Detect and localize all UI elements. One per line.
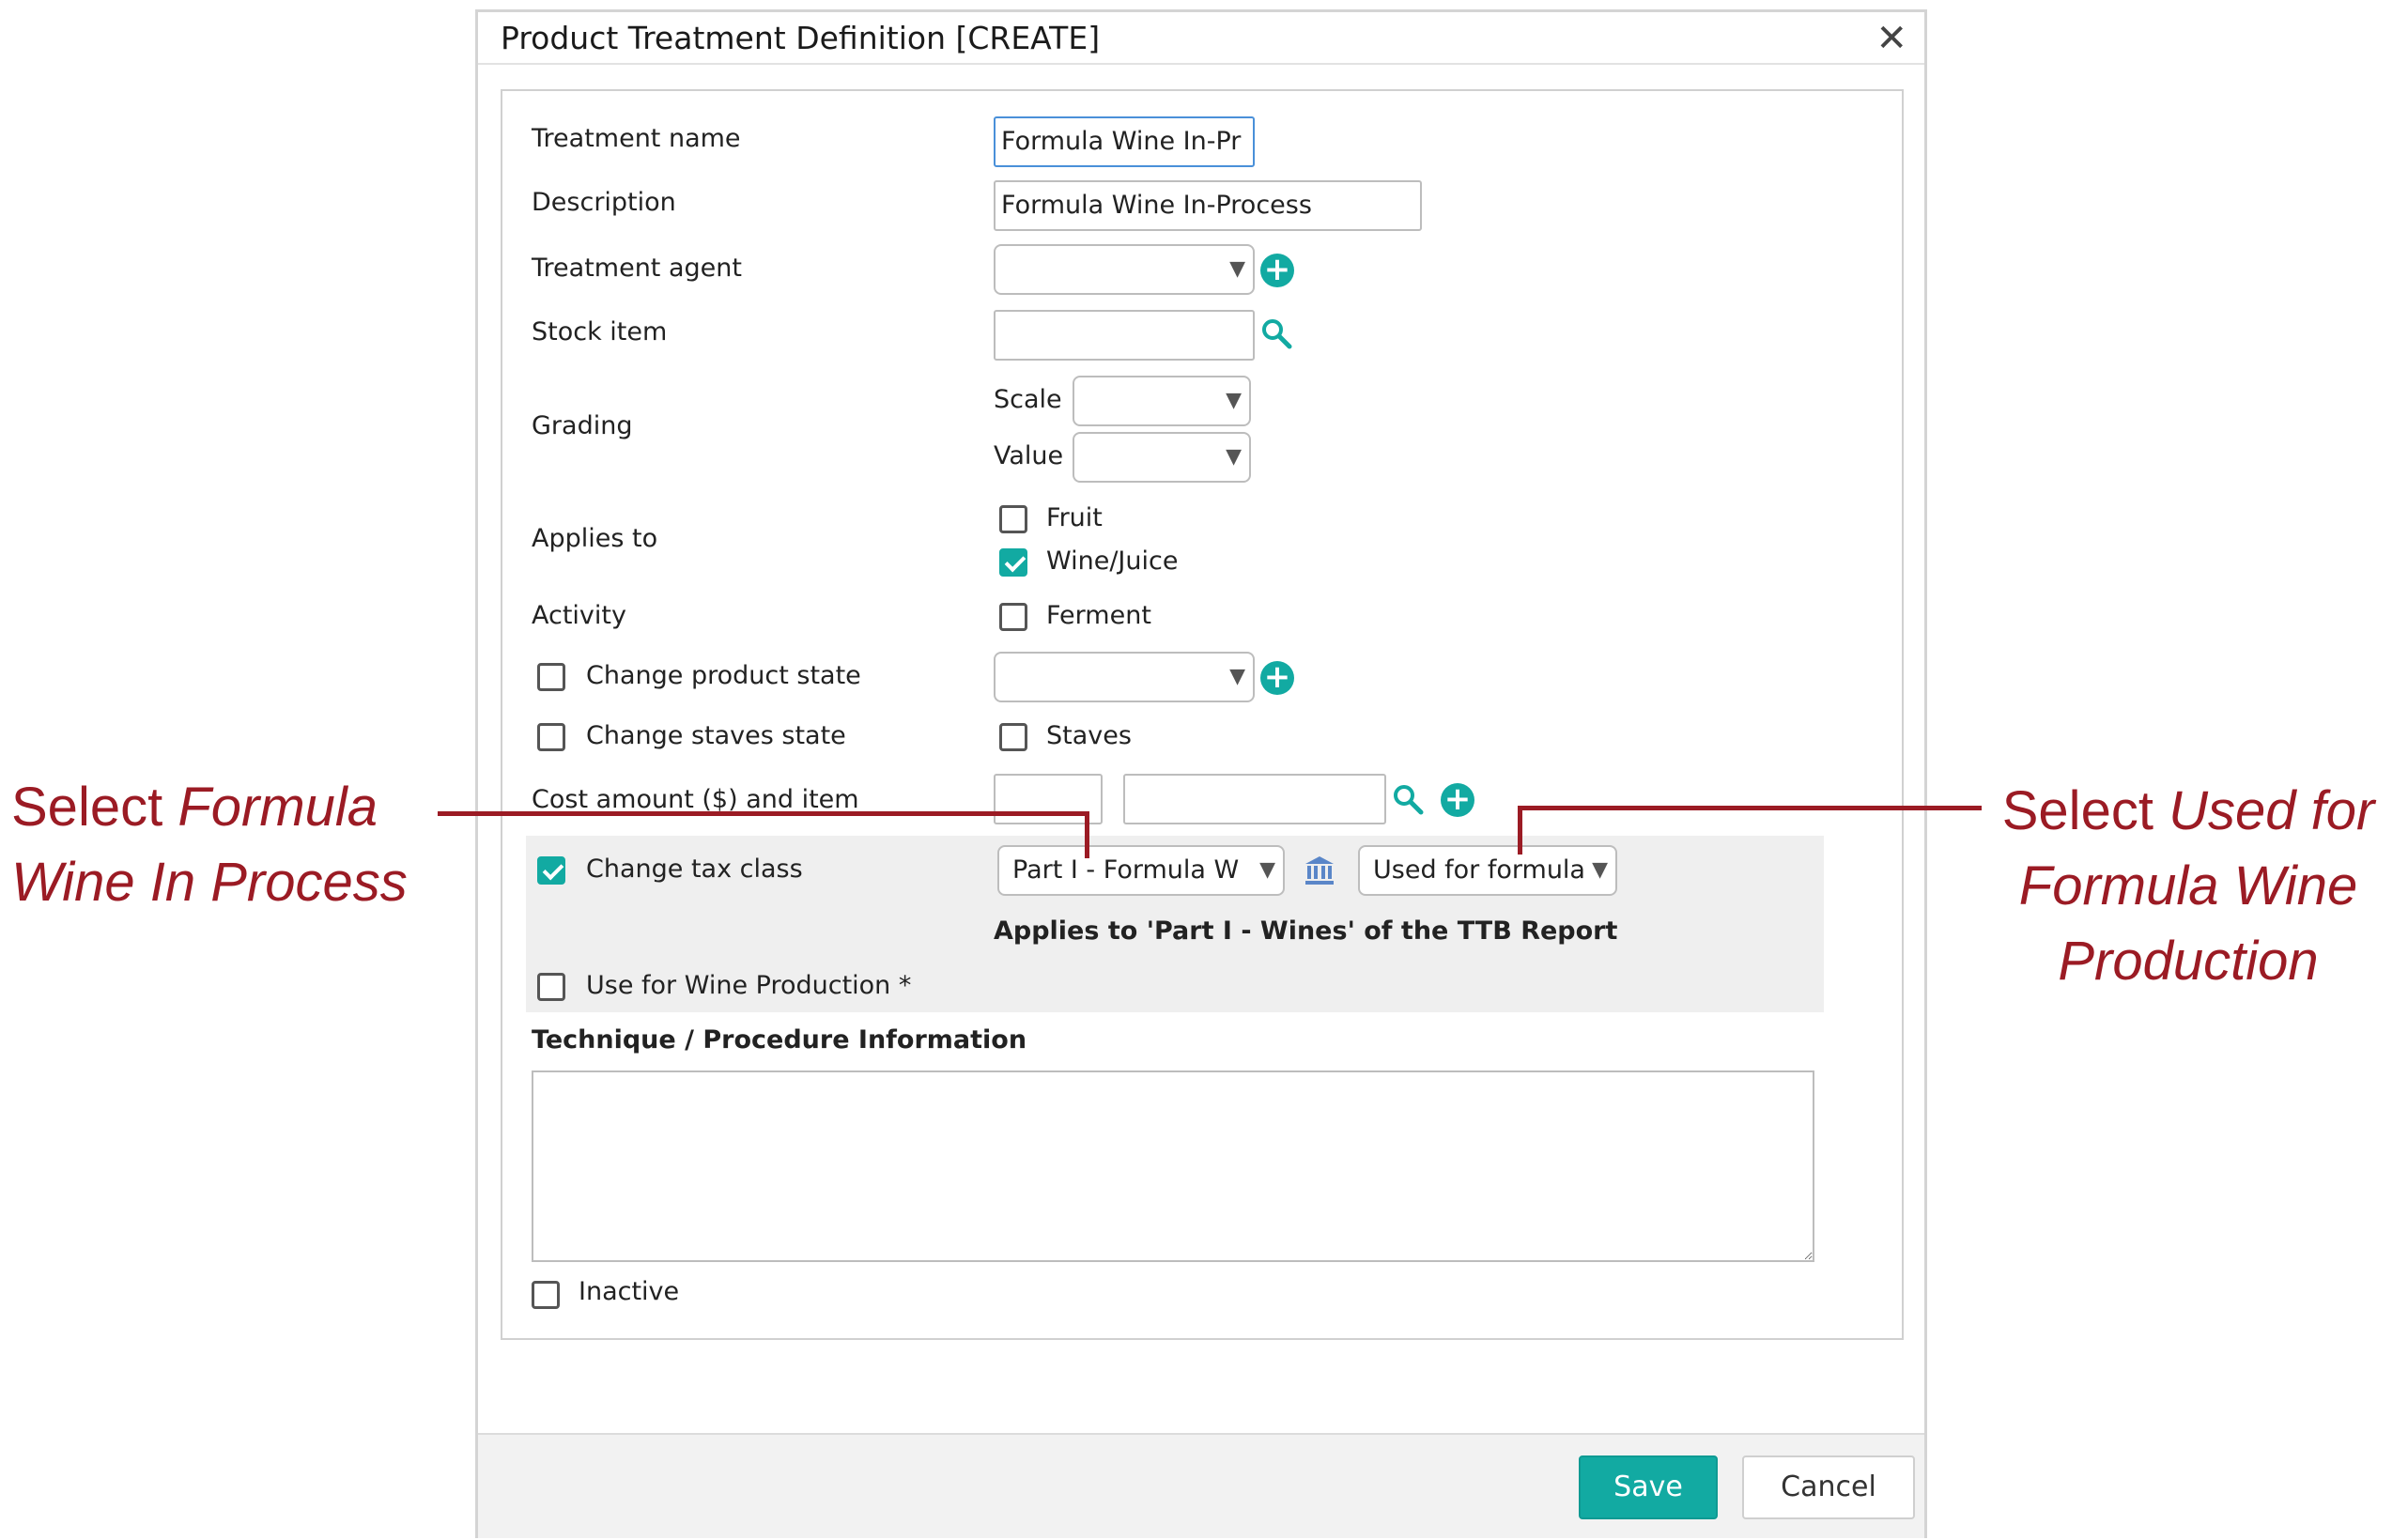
change-staves-state-checkbox[interactable] [537,723,565,751]
annotation-right-italic-2: Formula Wine [2018,855,2358,916]
ferment-checkbox[interactable] [999,603,1027,631]
applies-to-label: Applies to [532,524,658,553]
search-icon[interactable] [1260,317,1292,349]
description-label: Description [532,188,676,217]
tax-use-select[interactable]: Used for formula ▼ [1358,845,1617,896]
ferment-label: Ferment [1046,601,1151,630]
use-wine-production-label: Use for Wine Production * [586,971,912,1000]
dialog-titlebar: Product Treatment Definition [CREATE] ✕ [478,12,1924,65]
value-select[interactable]: ▼ [1073,432,1251,483]
annotation-left-line-drop [1085,811,1089,858]
fruit-label: Fruit [1046,503,1103,532]
technique-label: Technique / Procedure Information [532,1025,1027,1055]
treatment-name-label: Treatment name [532,124,741,153]
cost-item-input[interactable] [1123,774,1386,824]
chevron-down-icon: ▼ [1592,858,1608,882]
annotation-right: Select Used for Formula Wine Production [1982,774,2395,999]
cost-label: Cost amount ($) and item [532,785,859,814]
activity-label: Activity [532,601,626,630]
add-product-state-icon[interactable]: + [1260,661,1294,695]
chevron-down-icon: ▼ [1259,858,1275,882]
change-product-state-label: Change product state [586,661,861,690]
dialog-title: Product Treatment Definition [CREATE] [501,20,1101,56]
add-cost-item-icon[interactable]: + [1441,783,1474,817]
change-staves-state-label: Change staves state [586,721,846,750]
chevron-down-icon: ▼ [1226,389,1242,412]
annotation-right-italic-1: Used for [2169,780,2375,841]
inactive-checkbox[interactable] [532,1281,560,1309]
annotation-right-plain: Select [2001,780,2169,841]
value-label: Value [994,441,1064,470]
treatment-name-input[interactable]: Formula Wine In-Pr [994,116,1255,167]
wine-juice-label: Wine/Juice [1046,547,1179,576]
change-tax-class-checkbox[interactable] [537,856,565,885]
dialog-footer: Save Cancel [478,1433,1924,1538]
annotation-left-plain: Select [11,777,178,838]
annotation-right-line-drop [1518,806,1522,855]
tax-class-select[interactable]: Part I - Formula W ▼ [997,845,1285,896]
fruit-checkbox[interactable] [999,505,1027,533]
add-treatment-agent-icon[interactable]: + [1260,254,1294,287]
annotation-right-italic-3: Production [2058,931,2319,992]
annotation-right-line [1518,806,1982,810]
description-input[interactable]: Formula Wine In-Process [994,180,1422,231]
treatment-agent-label: Treatment agent [532,254,742,283]
chevron-down-icon: ▼ [1229,257,1245,281]
annotation-left-line [438,811,1089,816]
scale-select[interactable]: ▼ [1073,376,1251,426]
staves-label: Staves [1046,721,1132,750]
cancel-button[interactable]: Cancel [1742,1455,1915,1519]
stock-item-label: Stock item [532,317,668,346]
save-button[interactable]: Save [1579,1455,1718,1519]
technique-textarea[interactable] [532,1070,1814,1262]
product-state-select[interactable]: ▼ [994,652,1255,702]
ttb-applies-text: Applies to 'Part I - Wines' of the TTB R… [994,916,1618,946]
annotation-left-italic-2: Wine In Process [11,852,408,913]
annotation-left: Select Formula Wine In Process [11,770,408,920]
change-tax-class-label: Change tax class [586,855,803,884]
annotation-left-italic-1: Formula [178,777,378,838]
inactive-label: Inactive [579,1277,680,1306]
wine-juice-checkbox[interactable] [999,548,1027,577]
chevron-down-icon: ▼ [1226,445,1242,469]
close-icon[interactable]: ✕ [1875,20,1907,57]
bank-icon[interactable] [1304,855,1335,886]
stock-item-input[interactable] [994,310,1255,361]
tax-class-value: Part I - Formula W [1012,855,1240,885]
change-product-state-checkbox[interactable] [537,663,565,691]
search-icon[interactable] [1392,783,1424,815]
tax-use-value: Used for formula [1373,855,1583,885]
staves-checkbox[interactable] [999,723,1027,751]
grading-label: Grading [532,411,633,440]
use-wine-production-checkbox[interactable] [537,973,565,1001]
chevron-down-icon: ▼ [1229,665,1245,688]
scale-label: Scale [994,385,1062,414]
treatment-agent-select[interactable]: ▼ [994,244,1255,295]
